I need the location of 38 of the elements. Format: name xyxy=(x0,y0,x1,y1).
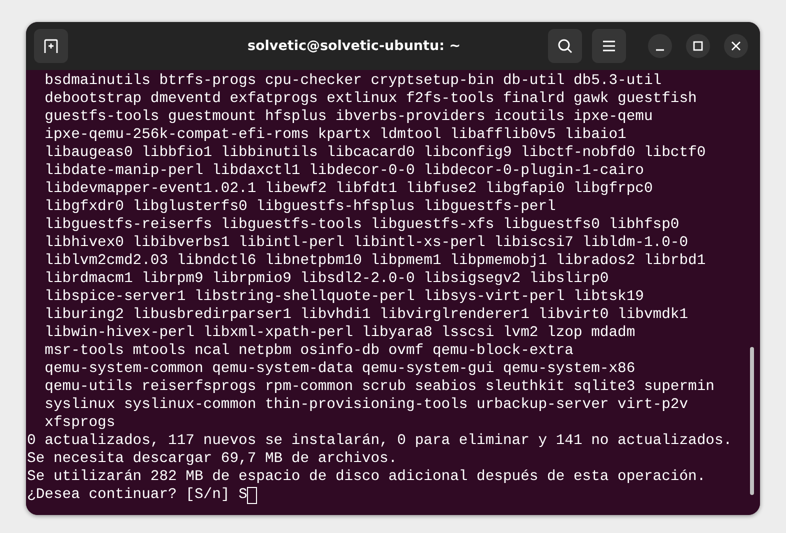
menu-icon xyxy=(602,40,616,52)
search-button[interactable] xyxy=(548,29,582,63)
terminal-line: libwin-hivex-perl libxml-xpath-perl libyara8 lsscsi lvm2 lzop mdadm xyxy=(44,324,636,342)
new-tab-icon xyxy=(43,38,59,54)
terminal-prompt: ¿Desea continuar? [S/n] S xyxy=(27,486,248,504)
terminal-line: libdate-manip-perl libdaxctl1 libdecor-0-0 libdecor-0-plugin-1-cairo xyxy=(44,162,644,180)
terminal-line: Se utilizarán 282 MB de espacio de disco adicional después de esta operación. xyxy=(27,468,706,486)
menu-button[interactable] xyxy=(592,29,626,63)
terminal-line: libhivex0 libibverbs1 libintl-perl libintl-xs-perl libiscsi7 libldm-1.0-0 xyxy=(44,234,688,252)
close-button[interactable] xyxy=(724,34,748,58)
minimize-button[interactable] xyxy=(648,34,672,58)
terminal-line: debootstrap dmeventd exfatprogs extlinux f2fs-tools finalrd gawk guestfish xyxy=(44,90,697,108)
terminal-line: guestfs-tools guestmount hfsplus ibverbs-providers icoutils ipxe-qemu xyxy=(44,108,653,126)
terminal-line: liblvm2cmd2.03 libndctl6 libnetpbm10 libpmem1 libpmemobj1 librados2 librbd1 xyxy=(44,252,706,270)
window-title: solvetic@solvetic-ubuntu: ~ xyxy=(246,38,462,54)
maximize-button[interactable] xyxy=(686,34,710,58)
maximize-icon xyxy=(693,41,703,51)
terminal-line: syslinux syslinux-common thin-provisioning-tools urbackup-server virt-p2v xyxy=(44,396,688,414)
terminal-line: libdevmapper-event1.02.1 libewf2 libfdt1 libfuse2 libgfapi0 libgfrpc0 xyxy=(44,180,653,198)
terminal-line: libguestfs-reiserfs libguestfs-tools libguestfs-xfs libguestfs0 libhfsp0 xyxy=(44,216,680,234)
terminal-line: libgfxdr0 libglusterfs0 libguestfs-hfsplus libguestfs-perl xyxy=(44,198,556,216)
search-icon xyxy=(557,38,573,54)
close-icon xyxy=(731,41,741,51)
terminal-line: msr-tools mtools ncal netpbm osinfo-db ovmf qemu-block-extra xyxy=(44,342,574,360)
scrollbar-thumb[interactable] xyxy=(750,347,754,495)
terminal-line: 0 actualizados, 117 nuevos se instalarán, 0 para eliminar y 141 no actualizados. xyxy=(27,432,732,450)
terminal-line: qemu-system-common qemu-system-data qemu-system-gui qemu-system-x86 xyxy=(44,360,636,378)
terminal-line: bsdmainutils btrfs-progs cpu-checker cryptsetup-bin db-util db5.3-util xyxy=(44,72,662,90)
terminal-line: qemu-utils reiserfsprogs rpm-common scrub seabios sleuthkit sqlite3 supermin xyxy=(44,378,714,396)
new-tab-button[interactable] xyxy=(34,29,68,63)
terminal-line: librdmacm1 librpm9 librpmio9 libsdl2-2.0-0 libsigsegv2 libslirp0 xyxy=(44,270,609,288)
minimize-icon xyxy=(656,48,664,50)
terminal-line: Se necesita descargar 69,7 MB de archivos. xyxy=(27,450,398,468)
terminal-line: liburing2 libusbredirparser1 libvhdi1 libvirglrenderer1 libvirt0 libvmdk1 xyxy=(44,306,688,324)
terminal-line: libspice-server1 libstring-shellquote-perl libsys-virt-perl libtsk19 xyxy=(44,288,644,306)
terminal-line: libaugeas0 libbfio1 libbinutils libcacard0 libconfig9 libctf-nobfd0 libctf0 xyxy=(44,144,706,162)
terminal-line: ipxe-qemu-256k-compat-efi-roms kpartx ldmtool libafflib0v5 libaio1 xyxy=(44,126,626,144)
terminal-line: xfsprogs xyxy=(44,414,116,432)
